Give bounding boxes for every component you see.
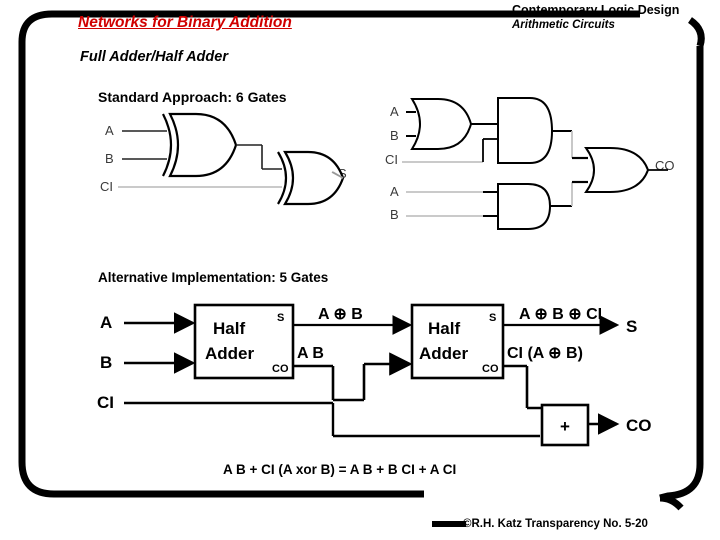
standard-approach-label: Standard Approach: 6 Gates (98, 89, 287, 105)
or-plus-block (540, 403, 590, 447)
wire-label-ha1-sum: A ⊕ B (318, 306, 363, 323)
pin-label-b-carry: B (390, 128, 399, 143)
pin-label-b2-carry: B (390, 207, 399, 222)
alt-input-a: A (100, 313, 112, 332)
alt-output-co: CO (626, 416, 652, 435)
section-subtitle: Full Adder/Half Adder (80, 49, 228, 65)
boolean-equation: A B + CI (A xor B) = A B + B CI + A CI (223, 462, 457, 477)
half-adder-2-port-co: CO (482, 363, 499, 375)
pin-label-a: A (105, 123, 114, 138)
alt-output-s: S (626, 317, 637, 336)
pin-label-co: CO (655, 158, 675, 173)
wire-label-ha1-carry: A B (297, 345, 324, 362)
wire-label-ha2-sum: A ⊕ B ⊕ CI (519, 306, 602, 323)
half-adder-2-line1: Half (428, 319, 460, 338)
pin-label-b: B (105, 151, 114, 166)
slide-canvas: Networks for Binary Addition Contemporar… (0, 0, 720, 540)
alt-input-b: B (100, 353, 112, 372)
half-adder-2-port-s: S (489, 312, 496, 324)
alternative-implementation-label: Alternative Implementation: 5 Gates (98, 270, 329, 285)
plus-block-label: + (560, 417, 570, 436)
pin-label-a2-carry: A (390, 184, 399, 199)
half-adder-block-1 (193, 303, 295, 380)
footer-credit: ©R.H. Katz Transparency No. 5-20 (463, 518, 648, 530)
wire-label-ha2-carry: CI (A ⊕ B) (507, 345, 583, 362)
header-book-title: Contemporary Logic Design (512, 3, 680, 17)
half-adder-1-line2: Adder (205, 344, 255, 363)
half-adder-block-2 (410, 303, 505, 380)
header-chapter: Arithmetic Circuits (512, 19, 615, 31)
pin-label-ci: CI (100, 179, 113, 194)
half-adder-1-port-s: S (277, 312, 284, 324)
half-adder-1-port-co: CO (272, 363, 289, 375)
pin-label-a-carry: A (390, 104, 399, 119)
half-adder-1-line1: Half (213, 319, 245, 338)
half-adder-2-line2: Adder (419, 344, 469, 363)
alt-input-ci: CI (97, 393, 114, 412)
standard-sum-circuit: A B CI S (100, 112, 347, 206)
page-title: Networks for Binary Addition (78, 14, 292, 31)
pin-label-ci-carry: CI (385, 152, 398, 167)
alternative-implementation-circuit: A B CI Half Adder S CO A ⊕ B A B Half Ad… (97, 303, 652, 447)
standard-carry-circuit: A B CI A B CO (385, 97, 675, 230)
pin-label-s: S (338, 166, 347, 181)
